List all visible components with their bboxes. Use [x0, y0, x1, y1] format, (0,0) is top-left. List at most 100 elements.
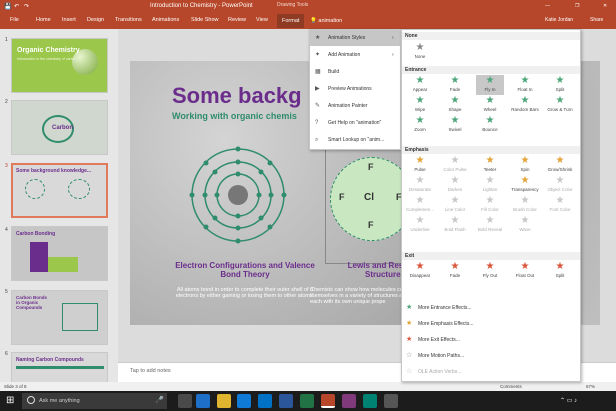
effect-emphasis-grow-shrink[interactable]: ★ Grow/Shrink — [546, 155, 574, 175]
effect-entrance-bounce[interactable]: ★ Bounce — [476, 115, 504, 135]
effect-entrance-swivel[interactable]: ★ Swivel — [441, 115, 469, 135]
slide-thumbnail-2[interactable]: Carbon — [11, 100, 108, 155]
user-name[interactable]: Katie Jordan — [545, 17, 573, 23]
effect-emphasis-wave[interactable]: ★ Wave — [511, 215, 539, 235]
effect-emphasis-bold-flash[interactable]: ★ Bold Flash — [441, 215, 469, 235]
windows-start-icon[interactable]: ⊞ — [6, 395, 14, 406]
menu-item-animation-painter[interactable]: ✎ Animation Painter — [310, 98, 400, 114]
slide-title[interactable]: Some backg — [172, 83, 302, 109]
effect-emphasis-color-pulse[interactable]: ★ Color Pulse — [441, 155, 469, 175]
slide-thumbnail-3[interactable]: Some background knowledge... — [11, 163, 108, 218]
cortana-search-box[interactable]: Ask me anything 🎤 — [22, 393, 167, 409]
effect-emphasis-teeter[interactable]: ★ Teeter — [476, 155, 504, 175]
slide-subtitle[interactable]: Working with organic chemis — [172, 111, 297, 121]
effect-exit-float-out[interactable]: ★ Float Out — [511, 261, 539, 281]
menu-item-preview-animations[interactable]: ▶ Preview Animations — [310, 81, 400, 97]
tab-insert[interactable]: Insert — [62, 17, 76, 23]
more-emphasis-effects[interactable]: ★ More Emphasis Effects... — [406, 318, 576, 330]
tell-me-search[interactable]: 💡 animation — [310, 16, 378, 26]
menu-item-get-help[interactable]: ? Get Help on "animation" — [310, 115, 400, 131]
app-icon[interactable] — [384, 394, 398, 408]
comments-button[interactable]: Comments — [500, 384, 522, 389]
effect-entrance-wipe[interactable]: ★ Wipe — [406, 95, 434, 115]
slide-thumbnail-5[interactable]: Carbon Bonds in Organic Compounds — [11, 290, 108, 345]
redo-icon[interactable]: ↷ — [24, 3, 29, 10]
more-exit-effects[interactable]: ★ More Exit Effects... — [406, 334, 576, 346]
menu-item-build[interactable]: ▦ Build — [310, 64, 400, 80]
publisher-icon[interactable] — [363, 394, 377, 408]
effect-emphasis-lighten[interactable]: ★ Lighten — [476, 175, 504, 195]
effect-emphasis-object-color[interactable]: ★ Object Color — [546, 175, 574, 195]
effect-none[interactable]: ★ None — [406, 42, 434, 62]
tab-home[interactable]: Home — [36, 17, 51, 23]
emphasis-star-icon: ★ — [520, 175, 530, 186]
effect-entrance-appear[interactable]: ★ Appear — [406, 75, 434, 95]
add-star-icon: ✦ — [315, 52, 321, 58]
effect-entrance-wheel[interactable]: ★ Wheel — [476, 95, 504, 115]
minimize-button[interactable]: — — [545, 3, 550, 9]
effect-emphasis-complemen-[interactable]: ★ Complemen... — [406, 195, 434, 215]
tab-slide-show[interactable]: Slide Show — [191, 17, 219, 23]
effect-exit-split[interactable]: ★ Split — [546, 261, 574, 281]
emphasis-star-icon: ★ — [520, 215, 530, 226]
right-body[interactable]: Chemists can show how molecules co thems… — [310, 287, 410, 305]
menu-item-smart-lookup[interactable]: ⌕ Smart Lookup on "anim... — [310, 132, 400, 148]
task-view-icon[interactable] — [178, 394, 192, 408]
slide-thumbnail-4[interactable]: Carbon Bonding — [11, 226, 108, 281]
effect-emphasis-spin[interactable]: ★ Spin — [511, 155, 539, 175]
tab-file[interactable]: File — [10, 17, 19, 23]
word-icon[interactable] — [279, 394, 293, 408]
effect-emphasis-desaturate[interactable]: ★ Desaturate — [406, 175, 434, 195]
effect-exit-fly-out[interactable]: ★ Fly Out — [476, 261, 504, 281]
atom-diagram[interactable] — [188, 145, 288, 245]
effect-emphasis-font-color[interactable]: ★ Font Color — [546, 195, 574, 215]
entrance-star-icon: ★ — [520, 95, 530, 106]
tab-design[interactable]: Design — [87, 17, 104, 23]
more-motion-paths[interactable]: ☆ More Motion Paths... — [406, 350, 576, 362]
effect-emphasis-pulse[interactable]: ★ Pulse — [406, 155, 434, 175]
effect-exit-fade[interactable]: ★ Fade — [441, 261, 469, 281]
menu-item-animation-styles[interactable]: ★ Animation Styles › — [310, 30, 400, 46]
effect-entrance-grow-turn[interactable]: ★ Grow & Turn — [546, 95, 574, 115]
effect-emphasis-transparency[interactable]: ★ Transparency — [511, 175, 539, 195]
tray-icons[interactable]: ⌃ ▭ ♪ — [560, 397, 577, 404]
share-button[interactable]: Share — [590, 17, 603, 23]
maximize-button[interactable]: ❐ — [575, 3, 579, 9]
effect-exit-disappear[interactable]: ★ Disappear — [406, 261, 434, 281]
menu-item-add-animation[interactable]: ✦ Add Animation › — [310, 47, 400, 63]
effect-emphasis-brush-color[interactable]: ★ Brush Color — [511, 195, 539, 215]
effect-entrance-fly-in[interactable]: ★ Fly In — [476, 75, 504, 95]
tab-animations[interactable]: Animations — [152, 17, 179, 23]
onenote-icon[interactable] — [342, 394, 356, 408]
tab-view[interactable]: View — [256, 17, 268, 23]
tab-format[interactable]: Format — [277, 14, 305, 28]
left-body[interactable]: All atoms bond in order to complete thei… — [170, 287, 320, 299]
effect-emphasis-fill-color[interactable]: ★ Fill Color — [476, 195, 504, 215]
effect-emphasis-bold-reveal[interactable]: ★ Bold Reveal — [476, 215, 504, 235]
slide-thumbnail-1[interactable]: Organic Chemistry Introduction to the ch… — [11, 38, 108, 93]
tab-review[interactable]: Review — [228, 17, 246, 23]
ole-action-verbs[interactable]: ☆ OLE Action Verbs... — [406, 366, 576, 378]
effect-entrance-split[interactable]: ★ Split — [546, 75, 574, 95]
effect-emphasis-darken[interactable]: ★ Darken — [441, 175, 469, 195]
zoom-level[interactable]: 67% — [586, 384, 595, 389]
effect-entrance-shape[interactable]: ★ Shape — [441, 95, 469, 115]
effect-emphasis-line-color[interactable]: ★ Line Color — [441, 195, 469, 215]
more-entrance-effects[interactable]: ★ More Entrance Effects... — [406, 302, 576, 314]
outlook-icon[interactable] — [258, 394, 272, 408]
powerpoint-icon[interactable] — [321, 394, 335, 408]
effect-emphasis-underline[interactable]: ★ Underline — [406, 215, 434, 235]
left-heading[interactable]: Electron Configurations and Valence Bond… — [170, 261, 320, 279]
effect-entrance-zoom[interactable]: ★ Zoom — [406, 115, 434, 135]
excel-icon[interactable] — [300, 394, 314, 408]
undo-icon[interactable]: ↶ — [14, 3, 19, 10]
effect-entrance-random-bars[interactable]: ★ Random Bars — [511, 95, 539, 115]
tab-transitions[interactable]: Transitions — [115, 17, 142, 23]
effect-entrance-float-in[interactable]: ★ Float In — [511, 75, 539, 95]
edge-icon[interactable] — [196, 394, 210, 408]
save-icon[interactable]: 💾 — [4, 3, 11, 10]
close-button[interactable]: ✕ — [603, 3, 607, 9]
effect-entrance-fade[interactable]: ★ Fade — [441, 75, 469, 95]
store-icon[interactable] — [237, 394, 251, 408]
file-explorer-icon[interactable] — [217, 394, 231, 408]
